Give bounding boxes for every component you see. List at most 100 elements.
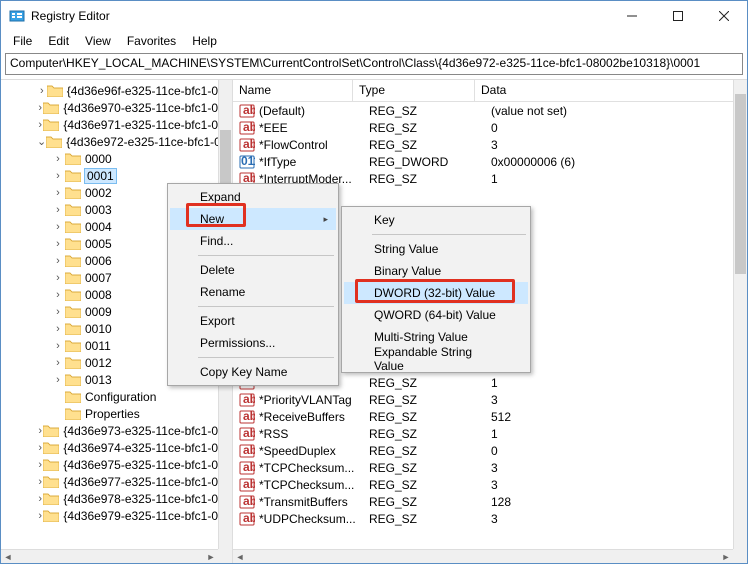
expand-toggle[interactable]: › [37, 119, 43, 131]
menu-item[interactable]: QWORD (64-bit) Value [344, 304, 528, 326]
tree-item[interactable]: ›{4d36e979-e325-11ce-bfc1-0 [1, 507, 218, 524]
menu-item[interactable]: Rename [170, 281, 336, 303]
value-row[interactable]: *EEEREG_SZ0 [233, 119, 733, 136]
menu-item[interactable]: Expandable String Value [344, 348, 528, 370]
menu-item[interactable]: String Value [344, 238, 528, 260]
menu-item[interactable]: New [170, 208, 336, 230]
tree-item[interactable]: Properties [1, 405, 218, 422]
expand-toggle[interactable]: ⌄ [37, 135, 46, 148]
tree-item[interactable]: ›0000 [1, 150, 218, 167]
tree-hscroll[interactable]: ◄► [1, 549, 218, 563]
tree-label: Configuration [85, 390, 156, 404]
expand-toggle[interactable]: › [37, 493, 43, 505]
menu-item[interactable]: Key [344, 209, 528, 231]
expand-toggle[interactable]: › [37, 510, 43, 522]
expand-toggle[interactable]: › [51, 187, 65, 199]
menu-item[interactable]: Export [170, 310, 336, 332]
tree-item[interactable]: › {4d36e978-e325-11ce-bfc1-0 [1, 490, 218, 507]
menu-item[interactable]: Expand [170, 186, 336, 208]
expand-toggle[interactable]: › [51, 323, 65, 335]
expand-toggle[interactable]: › [51, 374, 65, 386]
menu-item[interactable]: Permissions... [170, 332, 336, 354]
menu-edit[interactable]: Edit [42, 32, 75, 50]
string-value-icon [239, 460, 255, 476]
expand-toggle[interactable]: › [51, 153, 65, 165]
tree-item[interactable]: ›{4d36e974-e325-11ce-bfc1-0 [1, 439, 218, 456]
menu-favorites[interactable]: Favorites [121, 32, 182, 50]
menu-help[interactable]: Help [186, 32, 223, 50]
col-type[interactable]: Type [353, 80, 475, 101]
list-vscroll[interactable] [733, 80, 747, 549]
value-name: *SpeedDuplex [259, 444, 369, 458]
tree-item[interactable]: ›{4d36e973-e325-11ce-bfc1-0 [1, 422, 218, 439]
context-menu[interactable]: ExpandNewFind... DeleteRename ExportPermis… [167, 183, 339, 386]
menu-item[interactable]: Copy Key Name [170, 361, 336, 383]
close-button[interactable] [701, 1, 747, 31]
menu-item[interactable]: DWORD (32-bit) Value [344, 282, 528, 304]
menu-view[interactable]: View [79, 32, 117, 50]
value-row[interactable]: *PriorityVLANTagREG_SZ3 [233, 391, 733, 408]
expand-toggle[interactable]: › [51, 272, 65, 284]
tree-label: {4d36e978-e325-11ce-bfc1-0 [63, 492, 218, 506]
menu-item[interactable]: Delete [170, 259, 336, 281]
value-row[interactable]: *ReceiveBuffersREG_SZ512 [233, 408, 733, 425]
folder-icon [65, 169, 81, 182]
value-row[interactable]: *IfTypeREG_DWORD0x00000006 (6) [233, 153, 733, 170]
tree-item[interactable]: ›0001 [1, 167, 218, 184]
expand-toggle[interactable]: › [51, 289, 65, 301]
tree-item[interactable]: Configuration [1, 388, 218, 405]
menu-separator [198, 306, 334, 307]
tree-label: 0005 [85, 237, 112, 251]
value-name: *UDPChecksum... [259, 512, 369, 526]
expand-toggle[interactable]: › [51, 204, 65, 216]
folder-icon [43, 492, 59, 505]
titlebar[interactable]: Registry Editor [1, 1, 747, 31]
address-bar[interactable]: Computer\HKEY_LOCAL_MACHINE\SYSTEM\Curre… [5, 53, 743, 75]
folder-icon [65, 220, 81, 233]
expand-toggle[interactable]: › [37, 476, 43, 488]
expand-toggle[interactable]: › [51, 340, 65, 352]
expand-toggle[interactable]: › [51, 170, 65, 182]
expand-toggle[interactable]: › [51, 255, 65, 267]
expand-toggle[interactable]: › [37, 442, 43, 454]
col-name[interactable]: Name [233, 80, 353, 101]
expand-toggle[interactable]: › [51, 357, 65, 369]
expand-toggle[interactable]: › [37, 102, 43, 114]
value-row[interactable]: (Default)REG_SZ(value not set) [233, 102, 733, 119]
list-hscroll[interactable]: ◄► [233, 549, 733, 563]
value-type: REG_SZ [369, 138, 491, 152]
tree-item[interactable]: ›{4d36e977-e325-11ce-bfc1-0 [1, 473, 218, 490]
minimize-button[interactable] [609, 1, 655, 31]
tree-item[interactable]: ›{4d36e971-e325-11ce-bfc1-0 [1, 116, 218, 133]
value-row[interactable]: *TCPChecksum...REG_SZ3 [233, 459, 733, 476]
tree-item[interactable]: ›{4d36e970-e325-11ce-bfc1-0 [1, 99, 218, 116]
tree-item[interactable]: ›{4d36e975-e325-11ce-bfc1-0 [1, 456, 218, 473]
expand-toggle[interactable]: › [37, 459, 43, 471]
string-value-icon [239, 103, 255, 119]
value-row[interactable]: *TransmitBuffersREG_SZ128 [233, 493, 733, 510]
string-value-icon [239, 426, 255, 442]
menu-separator [372, 234, 526, 235]
value-row[interactable]: *FlowControlREG_SZ3 [233, 136, 733, 153]
menu-item[interactable]: Binary Value [344, 260, 528, 282]
list-header[interactable]: Name Type Data [233, 80, 747, 102]
col-data[interactable]: Data [475, 80, 747, 101]
folder-icon [43, 458, 59, 471]
maximize-button[interactable] [655, 1, 701, 31]
value-name: *TCPChecksum... [259, 478, 369, 492]
menu-item[interactable]: Find... [170, 230, 336, 252]
menu-file[interactable]: File [7, 32, 38, 50]
tree-item[interactable]: ⌄{4d36e972-e325-11ce-bfc1-0 [1, 133, 218, 150]
expand-toggle[interactable]: › [51, 238, 65, 250]
expand-toggle[interactable]: › [51, 306, 65, 318]
value-row[interactable]: *TCPChecksum...REG_SZ3 [233, 476, 733, 493]
tree-item[interactable]: ›{4d36e96f-e325-11ce-bfc1-0 [1, 82, 218, 99]
new-submenu[interactable]: Key String ValueBinary ValueDWORD (32-bit… [341, 206, 531, 373]
value-row[interactable]: *RSSREG_SZ1 [233, 425, 733, 442]
value-row[interactable]: *SpeedDuplexREG_SZ0 [233, 442, 733, 459]
value-row[interactable]: *UDPChecksum...REG_SZ3 [233, 510, 733, 527]
expand-toggle[interactable]: › [37, 425, 43, 437]
expand-toggle[interactable]: › [51, 221, 65, 233]
binary-value-icon [239, 154, 255, 170]
expand-toggle[interactable]: › [37, 85, 47, 97]
